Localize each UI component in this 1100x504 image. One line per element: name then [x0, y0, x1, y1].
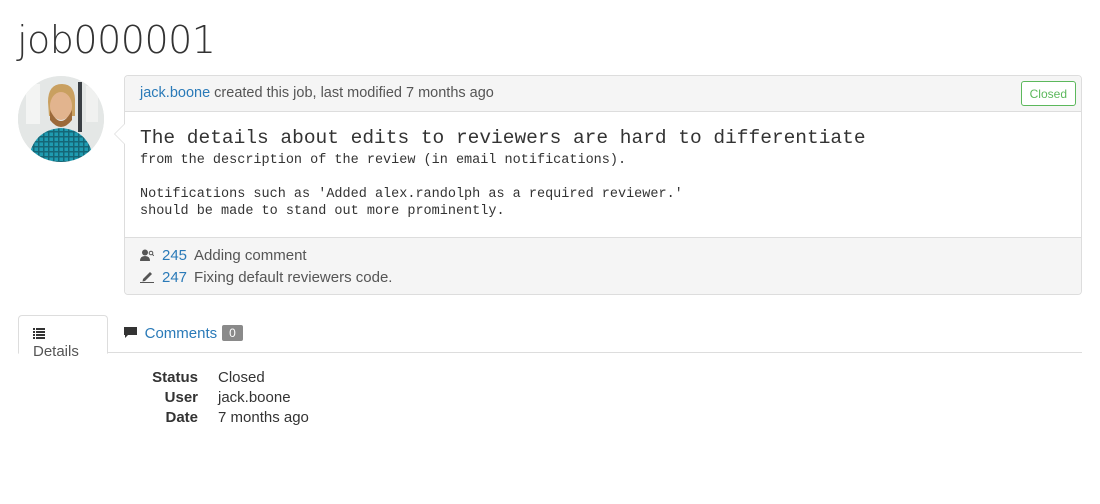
details-row-user: User jack.boone: [18, 389, 309, 409]
description-line: Notifications such as 'Added alex.randol…: [140, 187, 683, 202]
author-link[interactable]: jack.boone: [140, 85, 210, 101]
details-row-date: Date 7 months ago: [18, 409, 309, 429]
status-badge: Closed: [1020, 81, 1076, 106]
job-description: The details about edits to reviewers are…: [125, 112, 1081, 237]
review-icon: [140, 249, 156, 261]
page-title: job000001: [17, 18, 216, 62]
review-link[interactable]: 245: [162, 247, 187, 264]
description-title: The details about edits to reviewers are…: [140, 127, 866, 149]
tab-comments[interactable]: Comments 0: [110, 315, 257, 353]
edit-icon: [140, 271, 156, 283]
change-link[interactable]: 247: [162, 269, 187, 286]
comments-count-badge: 0: [222, 325, 243, 341]
tab-comments-label: Comments: [144, 325, 218, 342]
tab-details[interactable]: Details: [18, 315, 108, 360]
avatar[interactable]: [18, 76, 104, 162]
created-text: created this job, last modified: [214, 85, 402, 101]
linked-change: 247 Fixing default reviewers code.: [140, 266, 1066, 288]
linked-changes: 245 Adding comment 247 Fixing default re…: [125, 237, 1081, 294]
modified-time: 7 months ago: [406, 85, 494, 101]
details-list: Status Closed User jack.boone Date 7 mon…: [18, 369, 309, 429]
user-photo: [18, 76, 104, 162]
details-label: User: [164, 389, 198, 406]
change-text: Fixing default reviewers code.: [194, 268, 393, 286]
job-panel: jack.boone created this job, last modifi…: [114, 75, 1082, 295]
details-label: Status: [152, 369, 198, 386]
details-user-link[interactable]: jack.boone: [218, 389, 291, 409]
review-text: Adding comment: [194, 246, 307, 264]
panel-header: jack.boone created this job, last modifi…: [125, 76, 1081, 112]
description-line: should be made to stand out more promine…: [140, 204, 505, 219]
details-value: Closed: [218, 369, 265, 386]
tab-details-label: Details: [33, 343, 79, 360]
details-label: Date: [165, 409, 198, 426]
list-icon: [33, 327, 45, 342]
description-line: from the description of the review (in e…: [140, 153, 627, 168]
details-row-status: Status Closed: [18, 369, 309, 389]
tab-bar: Details Comments 0: [18, 315, 1082, 360]
linked-review: 245 Adding comment: [140, 244, 1066, 266]
details-value: 7 months ago: [218, 409, 309, 426]
comment-icon: [124, 326, 141, 341]
